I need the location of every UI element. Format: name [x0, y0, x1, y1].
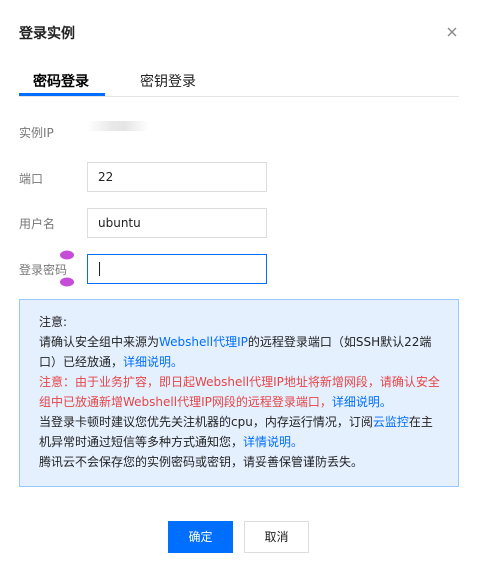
close-icon[interactable] — [443, 23, 461, 41]
login-instance-dialog: 登录实例 密码登录 密钥登录 实例IP 端口 22 用户名 ubuntu 登录密… — [0, 0, 478, 571]
password-label: 登录密码 — [19, 263, 68, 277]
notice-heading: 注意: — [39, 315, 68, 329]
detail-link-3[interactable]: 详情说明。 — [243, 435, 303, 449]
text-caret — [99, 262, 100, 276]
notice-box: 注意: 请确认安全组中来源为Webshell代理IP的远程登录端口（如SSH默认… — [19, 299, 459, 487]
notice-warning: 注意：由于业务扩容，即日起Webshell代理IP地址将新增网段，请确认安全组中… — [39, 375, 440, 409]
tab-password-login[interactable]: 密码登录 — [33, 71, 89, 91]
confirm-button[interactable]: 确定 — [168, 521, 233, 553]
username-label: 用户名 — [19, 217, 56, 231]
tab-key-login[interactable]: 密钥登录 — [140, 71, 196, 91]
annotation-marker-icon — [60, 250, 74, 260]
username-input[interactable]: ubuntu — [87, 208, 267, 238]
webshell-proxy-ip-link[interactable]: Webshell代理IP — [159, 335, 248, 349]
detail-link-1[interactable]: 详细说明。 — [123, 355, 183, 369]
password-input[interactable] — [87, 254, 267, 284]
notice-line-3: 当登录卡顿时建议您优先关注机器的cpu，内存运行情况，订阅云监控在主机异常时通过… — [39, 415, 433, 449]
port-input[interactable]: 22 — [87, 162, 267, 192]
instance-ip-label: 实例IP — [19, 126, 54, 140]
login-method-tabs: 密码登录 密钥登录 — [19, 62, 459, 97]
instance-ip-value-masked — [87, 121, 149, 131]
notice-line-4: 腾讯云不会保存您的实例密码或密钥，请妥善保管谨防丢失。 — [39, 455, 364, 469]
annotation-marker-icon — [60, 277, 74, 287]
port-label: 端口 — [19, 172, 44, 186]
active-tab-indicator — [19, 93, 105, 96]
dialog-title: 登录实例 — [19, 26, 75, 42]
detail-link-2[interactable]: 详细说明。 — [332, 395, 392, 409]
notice-line-1: 请确认安全组中来源为Webshell代理IP的远程登录端口（如SSH默认22端口… — [39, 335, 432, 369]
cloud-monitor-link[interactable]: 云监控 — [373, 415, 409, 429]
cancel-button[interactable]: 取消 — [244, 521, 309, 553]
